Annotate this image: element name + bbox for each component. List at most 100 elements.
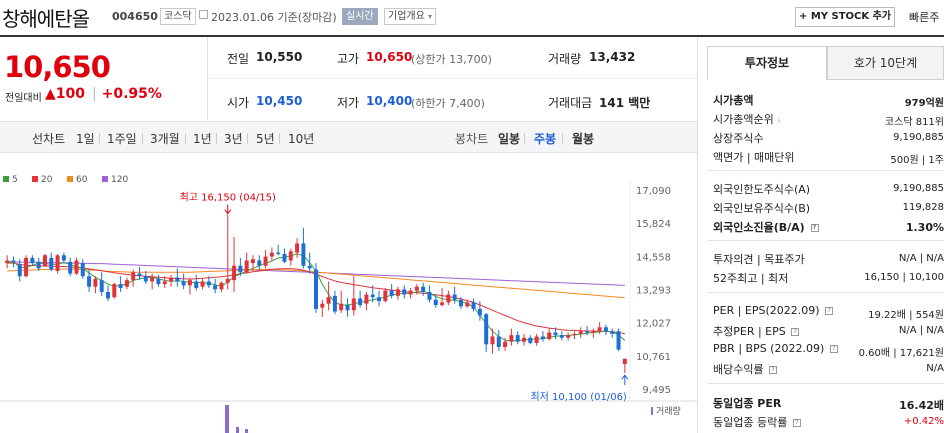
legend-label-5: 5 [12,175,18,185]
legend-swatch-120 [102,176,108,182]
period-3y[interactable]: 3년 [224,130,243,147]
market-cap-label: 시가총액 [713,94,754,107]
per-eps-label: PER | EPS(2022.09) ? [713,304,834,317]
divider [208,78,697,79]
tab-invest-info[interactable]: 투자정보 [707,46,827,80]
divider [185,133,186,144]
y-tick-label: 14,558 [636,252,671,263]
volume-value: 13,432 [589,50,636,64]
stock-code: 004650 [112,10,158,23]
candle-body [585,331,590,333]
candle-monthly[interactable]: 월봉 [572,130,594,147]
amount-label: 거래대금 [548,96,593,110]
help-icon[interactable]: ? [810,224,819,232]
candle-body [5,260,10,264]
candle-body [528,337,533,344]
candle-body [219,282,224,290]
candle-body [213,285,218,290]
my-stock-add-button[interactable]: + MY STOCK 추가 [795,7,895,27]
period-10y[interactable]: 10년 [288,130,314,147]
open-label: 시가 [227,96,250,110]
help-icon[interactable]: ? [791,328,800,336]
candle-body [509,335,514,342]
period-5y[interactable]: 5년 [256,130,275,147]
divider [279,133,280,144]
candle-body [578,331,583,334]
divider [142,133,143,144]
divider [707,383,944,384]
candle-body [452,294,457,300]
candle-body [206,281,211,286]
candle-body [307,265,312,269]
change-label: 전일대비 [5,93,42,104]
high-value: 10,650 [366,50,413,64]
change-percent: | +0.95% [92,86,162,102]
candle-weekly[interactable]: 주봉 [534,130,556,147]
divider [697,37,698,433]
corp-overview-dropdown[interactable]: 기업개요 ▾ [384,8,437,25]
candle-body [591,331,596,333]
legend-label-20: 20 [41,175,53,185]
candle-body [11,260,16,262]
open-value: 10,450 [256,94,303,108]
candle-body [68,261,73,274]
legend-swatch-5 [3,176,9,182]
realtime-button[interactable]: 실시간 [342,8,378,25]
candle-body [597,327,602,332]
period-1w[interactable]: 1주일 [107,130,137,147]
prev-label: 전일 [227,52,250,66]
candle-body [471,302,476,309]
est-per-value: N/A | N/A [898,325,944,336]
help-icon[interactable]: ? [769,366,778,374]
candle-body [61,255,66,261]
legend-label-120: 120 [111,175,128,185]
candle-body [106,291,110,299]
foreign-limit-label: 외국인한도주식수(A) [713,183,811,196]
candle-body [17,264,22,277]
period-1y[interactable]: 1년 [193,130,212,147]
candle-body [194,281,199,288]
tab-hoga[interactable]: 호가 10단계 [827,46,944,80]
help-icon[interactable]: ? [825,307,834,315]
per-eps-value: 19.22배 | 554원 [868,310,944,321]
candle-body [244,260,249,273]
calendar-icon [199,10,208,19]
candle-body [351,298,356,311]
candle-body [421,286,426,292]
candle-body [314,269,318,309]
candle-body [232,265,237,281]
info-icon[interactable]: › [777,116,780,125]
candle-daily[interactable]: 일봉 [498,130,520,147]
par-value-value: 500원 | 1주 [890,155,944,166]
candle-body [49,257,54,270]
sector-change-label: 동일업종 등락률 ? [713,414,801,430]
candle-body [87,276,92,287]
divider [562,133,563,144]
candle-body [377,297,382,302]
candle-chart-label: 봉차트 [455,132,489,146]
sector-per-value: 16.42배 [899,399,944,412]
help-icon[interactable]: ? [792,419,801,427]
period-bar: 선차트 1일 1주일 3개월 1년 3년 5년 10년 봉차트 일봉 주봉 월봉 [0,121,697,153]
dividend-value: N/A [926,363,944,374]
foreign-ratio-value: 1.30% [905,221,944,234]
high-annotation: 최고 16,150 (04/15) [180,192,276,204]
candle-body [295,243,300,253]
candle-body [440,302,445,306]
help-icon[interactable]: ? [829,345,838,353]
lower-limit: (하한가 7,400) [411,97,485,110]
candle-body [433,299,438,306]
period-3m[interactable]: 3개월 [150,130,180,147]
candle-body [269,252,274,257]
header-divider [0,35,944,37]
par-value-label: 액면가 | 매매단위 [713,151,795,164]
candle-body [175,277,180,282]
divider [99,133,100,144]
volume-bar [225,405,229,433]
period-1d[interactable]: 1일 [76,130,95,147]
quick-search-link[interactable]: 빠른주 [909,9,939,25]
candle-body [143,276,148,282]
opinion-value: N/A | N/A [898,253,944,264]
candle-body [131,272,136,281]
candle-body [55,255,60,271]
